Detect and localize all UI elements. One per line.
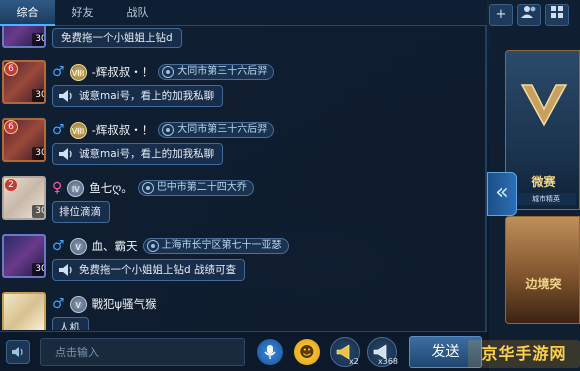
location-icon [146,240,159,252]
avatar[interactable] [2,292,46,330]
voice-icon [12,347,23,357]
message-bubble: 诚意mai号，看上的加我私聊 [52,143,224,165]
tier-badge: V [69,295,87,313]
speaker-icon [59,90,72,102]
avatar[interactable]: 30 [2,234,46,278]
voice-toggle-button[interactable] [6,340,30,364]
male-icon: ♂ [52,64,65,80]
male-icon: ♂ [52,296,65,312]
level-badge: 30 [32,89,44,102]
message-header: ♂ VIII -辉叔叔・！ 大同市第三十六后羿 [52,62,275,82]
location-icon [162,66,175,78]
lobby-top-icons: + [489,4,569,26]
tab-friends[interactable]: 好友 [55,0,110,26]
location-tag: 巴中市第二十四大乔 [137,180,254,196]
border-mode-card[interactable]: 边境突 [505,216,580,324]
message-header: ♂ VIII -辉叔叔・！ 大同市第三十六后羿 [52,120,275,140]
message-text: 人机 [59,322,80,330]
avatar[interactable]: 6 30 [2,60,46,104]
match-mode-title: 微赛 [531,175,556,189]
location-tag: 上海市长宁区第七十一亚瑟 [142,238,289,254]
microphone-icon [264,345,276,359]
chat-input-bar: ☻ x2 x368 发送 [0,331,487,371]
list-item: 30 免费拖一个小姐姐上钻d [0,26,487,52]
message-text: 诚意mai号，看上的加我私聊 [79,148,215,160]
message-bubble: 免费拖一个小姐姐上钻d 战绩可查 [52,259,246,281]
location-icon [141,182,154,194]
message-header: ♀ IV 鱼七ღ。 巴中市第二十四大乔 [52,178,254,198]
avatar[interactable]: 2 30 [2,176,46,220]
chat-panel: 综合 好友 战队 30 免费拖一个小姐姐上钻d 6 30 ♂ VIII -辉叔叔… [0,0,487,371]
male-icon: ♂ [52,122,65,138]
chat-tabbar: 综合 好友 战队 [0,0,487,26]
watermark-logo: 京华手游网 [468,340,580,368]
add-icon[interactable]: + [489,4,513,26]
message-header: ♂ V 血、霸天 上海市长宁区第七十一亚瑟 [52,236,289,256]
location-text: 大同市第三十六后羿 [177,66,268,77]
rank-badge: 6 [4,120,18,134]
tier-badge: IV [67,179,85,197]
grid-icon[interactable] [545,4,569,26]
message-text: 诚意mai号，看上的加我私聊 [79,90,215,102]
message-text: 免费拖一个小姐姐上钻d [52,28,182,48]
location-icon [162,124,175,136]
list-item: 30 ♂ V 血、霸天 上海市长宁区第七十一亚瑟 免费拖一个小姐姐上钻d 战绩可… [0,234,487,286]
level-badge: 30 [32,147,44,160]
tab-general[interactable]: 综合 [0,0,55,26]
list-item: 2 30 ♀ IV 鱼七ღ。 巴中市第二十四大乔 排位滴滴 [0,176,487,228]
username[interactable]: -辉叔叔・！ [92,122,154,138]
location-text: 大同市第三十六后羿 [177,124,268,135]
border-mode-title: 边境突 [525,277,562,291]
big-horn-count: x368 [378,357,399,366]
speaker-icon [59,264,72,276]
message-list[interactable]: 30 免费拖一个小姐姐上钻d 6 30 ♂ VIII -辉叔叔・！ 大同市第三十… [0,26,487,330]
list-item: ♂ V 戰犯ψ骚气猴 人机 [0,292,487,330]
collapse-chat-button[interactable]: « [487,172,517,216]
small-horn-count: x2 [349,357,359,366]
tier-badge: V [69,237,87,255]
list-item: 6 30 ♂ VIII -辉叔叔・！ 大同市第三十六后羿 诚意mai号，看上的加… [0,118,487,170]
message-bubble: 人机 [52,317,89,330]
location-tag: 大同市第三十六后羿 [158,122,275,138]
level-badge: 30 [32,263,44,276]
avatar[interactable]: 30 [2,26,46,48]
tier-badge: VIII [69,63,87,81]
message-text: 排位滴滴 [59,206,101,218]
tier-badge: VIII [69,121,87,139]
location-tag: 大同市第三十六后羿 [158,64,275,80]
female-icon: ♀ [52,180,63,196]
rank-badge: 6 [4,62,18,76]
message-text: 免费拖一个小姐姐上钻d 战绩可查 [79,264,237,276]
message-bubble: 排位滴滴 [52,201,110,223]
friends-icon[interactable] [517,4,541,26]
chat-input[interactable] [40,338,245,366]
location-text: 巴中市第二十四大乔 [156,182,247,193]
username[interactable]: 血、霸天 [92,238,138,254]
location-text: 上海市长宁区第七十一亚瑟 [161,240,282,251]
rank-badge: 2 [4,178,18,192]
v-emblem-icon [520,84,568,127]
tab-team[interactable]: 战队 [110,0,165,26]
list-item: 6 30 ♂ VIII -辉叔叔・！ 大同市第三十六后羿 诚意mai号，看上的加… [0,60,487,112]
message-header: ♂ V 戰犯ψ骚气猴 [52,294,157,314]
chevron-left-icon: « [495,180,509,205]
username[interactable]: 戰犯ψ骚气猴 [92,296,157,312]
username[interactable]: -辉叔叔・！ [92,64,154,80]
match-mode-subtitle: 城市精英 [516,193,576,205]
speaker-icon [59,148,72,160]
smiley-icon: ☻ [299,343,315,361]
avatar[interactable]: 6 30 [2,118,46,162]
level-badge: 30 [32,205,44,218]
male-icon: ♂ [52,238,65,254]
message-bubble: 诚意mai号，看上的加我私聊 [52,85,224,107]
level-badge: 30 [32,33,44,46]
emoji-button[interactable]: ☻ [294,339,320,365]
mic-button[interactable] [257,339,283,365]
username[interactable]: 鱼七ღ。 [89,180,133,196]
